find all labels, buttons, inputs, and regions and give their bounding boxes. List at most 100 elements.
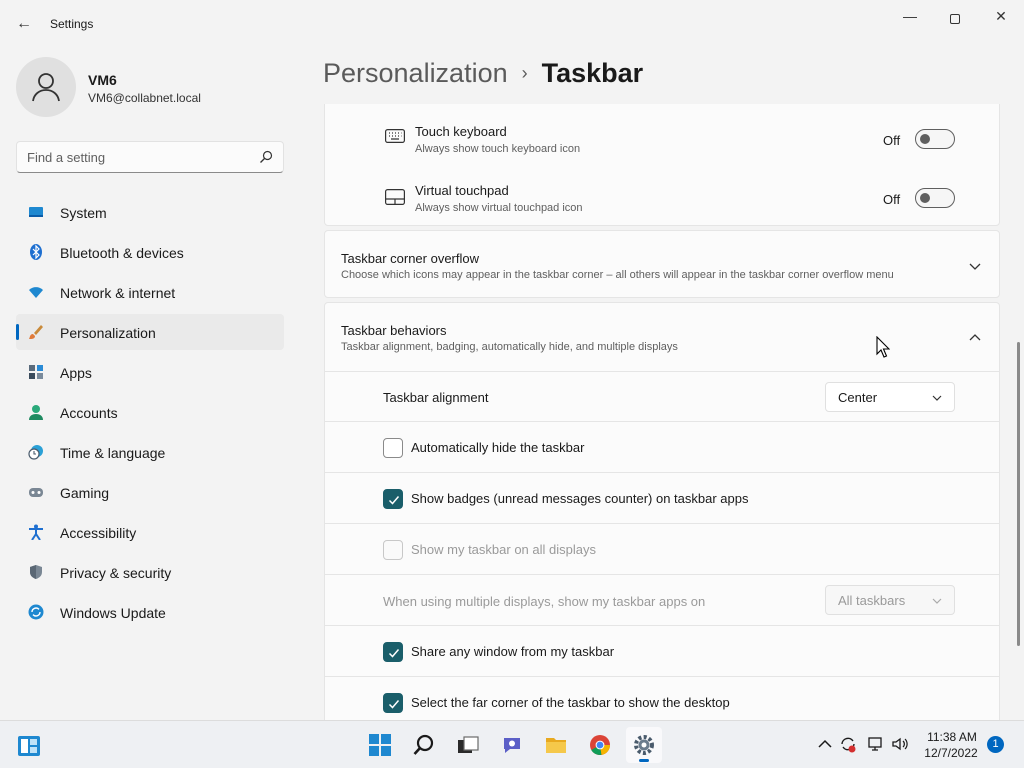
content-scrollbar[interactable] [1017, 342, 1020, 646]
auto-hide-label: Automatically hide the taskbar [411, 440, 585, 455]
clock-time[interactable]: 11:38 AM [925, 730, 979, 744]
chevron-down-icon [969, 263, 981, 270]
taskbar-alignment-dropdown[interactable]: Center [825, 382, 955, 412]
all-displays-label: Show my taskbar on all displays [411, 542, 596, 557]
settings-taskbar-button[interactable] [626, 727, 662, 763]
taskbar-behaviors-card: Taskbar behaviors Taskbar alignment, bad… [324, 302, 1000, 720]
back-button[interactable]: ← [14, 14, 34, 34]
checkmark-icon [388, 649, 400, 658]
sidebar-item-label: Accounts [60, 405, 118, 421]
sidebar-item-accounts[interactable]: Accounts [16, 394, 284, 430]
far-corner-label: Select the far corner of the taskbar to … [411, 695, 730, 710]
clock-date[interactable]: 12/7/2022 [921, 746, 981, 760]
chrome-button[interactable] [582, 727, 618, 763]
volume-icon[interactable] [891, 735, 909, 753]
breadcrumb-parent[interactable]: Personalization [323, 58, 508, 88]
sidebar-item-network[interactable]: Network & internet [16, 274, 284, 310]
brush-icon [29, 325, 43, 339]
sidebar-item-time-language[interactable]: Time & language [16, 434, 284, 470]
user-profile[interactable]: VM6 VM6@collabnet.local [16, 57, 286, 119]
divider [325, 676, 1000, 677]
chevron-up-icon[interactable] [816, 735, 834, 753]
sidebar-item-label: Windows Update [60, 605, 166, 621]
sidebar-item-label: Accessibility [60, 525, 137, 541]
clock-globe-icon [28, 445, 43, 460]
start-button[interactable] [362, 727, 398, 763]
virtual-touchpad-toggle[interactable] [915, 188, 955, 208]
sidebar-item-label: System [60, 205, 107, 221]
multi-display-dropdown[interactable]: All taskbars [825, 585, 955, 615]
behaviors-title: Taskbar behaviors [341, 323, 447, 338]
sidebar-item-label: Network & internet [60, 285, 176, 301]
apps-icon [29, 365, 43, 379]
sidebar-item-windows-update[interactable]: Windows Update [16, 594, 284, 630]
divider [325, 421, 1000, 422]
task-view-button[interactable] [450, 727, 486, 763]
divider [325, 625, 1000, 626]
avatar [16, 57, 76, 117]
person-icon [32, 73, 60, 102]
file-explorer-button[interactable] [538, 727, 574, 763]
search-icon [260, 150, 273, 163]
sidebar-item-apps[interactable]: Apps [16, 354, 284, 390]
touch-keyboard-toggle[interactable] [915, 129, 955, 149]
touch-keyboard-title: Touch keyboard [415, 124, 507, 139]
profile-name: VM6 [88, 72, 117, 88]
divider [325, 574, 1000, 575]
chrome-icon [590, 735, 610, 756]
share-window-checkbox[interactable] [383, 642, 403, 662]
bluetooth-icon [30, 244, 42, 260]
breadcrumb-separator: › [521, 63, 528, 83]
taskbar-alignment-label: Taskbar alignment [383, 390, 489, 405]
keyboard-icon [385, 129, 405, 143]
checkmark-icon [388, 496, 400, 505]
show-badges-checkbox[interactable] [383, 489, 403, 509]
all-displays-checkbox[interactable] [383, 540, 403, 560]
taskbar-corner-overflow-card[interactable]: Taskbar corner overflow Choose which ico… [324, 230, 1000, 298]
sidebar-item-gaming[interactable]: Gaming [16, 474, 284, 510]
settings-content: Touch keyboard Always show touch keyboar… [324, 104, 1000, 720]
system-tray-icons-card: Touch keyboard Always show touch keyboar… [324, 104, 1000, 226]
show-badges-label: Show badges (unread messages counter) on… [411, 491, 749, 506]
sidebar-item-label: Apps [60, 365, 92, 381]
notification-badge[interactable]: 1 [987, 736, 1004, 753]
sidebar-item-accessibility[interactable]: Accessibility [16, 514, 284, 550]
taskbar-behaviors-header[interactable]: Taskbar behaviors Taskbar alignment, bad… [325, 303, 1000, 371]
search-placeholder: Find a setting [27, 150, 106, 165]
network-icon[interactable] [866, 735, 884, 753]
taskbar: 11:38 AM 12/7/2022 1 [0, 720, 1024, 768]
sidebar-item-label: Time & language [60, 445, 166, 461]
task-view-icon [458, 736, 479, 753]
chevron-down-icon [932, 598, 942, 604]
widgets-icon [18, 736, 40, 756]
search-input[interactable]: Find a setting [16, 141, 284, 173]
sidebar-item-system[interactable]: System [16, 194, 284, 230]
page-title: Taskbar [541, 58, 644, 88]
touchpad-icon [385, 189, 405, 205]
sidebar-item-label: Bluetooth & devices [60, 245, 184, 261]
minimize-button[interactable]: — [887, 8, 933, 26]
close-button[interactable]: ✕ [978, 8, 1024, 26]
shield-icon [30, 565, 42, 579]
sidebar-item-bluetooth[interactable]: Bluetooth & devices [16, 234, 284, 270]
far-corner-checkbox[interactable] [383, 693, 403, 713]
restore-icon [950, 14, 960, 24]
widgets-button[interactable] [10, 727, 46, 763]
chat-button[interactable] [494, 727, 530, 763]
multi-display-label: When using multiple displays, show my ta… [383, 594, 706, 609]
sidebar-item-label: Privacy & security [60, 565, 172, 581]
sync-icon[interactable] [839, 735, 857, 753]
auto-hide-checkbox[interactable] [383, 438, 403, 458]
start-icon [369, 734, 391, 756]
taskbar-search-button[interactable] [406, 727, 442, 763]
sidebar-item-personalization[interactable]: Personalization [16, 314, 284, 350]
search-icon [413, 734, 434, 755]
checkmark-icon [388, 700, 400, 709]
maximize-button[interactable] [932, 8, 978, 26]
sidebar-nav: System Bluetooth & devices Network & int… [16, 194, 284, 634]
virtual-touchpad-subtitle: Always show virtual touchpad icon [415, 202, 583, 214]
multi-display-value: All taskbars [838, 593, 906, 608]
sidebar-item-privacy[interactable]: Privacy & security [16, 554, 284, 590]
profile-email: VM6@collabnet.local [88, 91, 201, 105]
breadcrumb: Personalization › Taskbar [323, 58, 643, 94]
